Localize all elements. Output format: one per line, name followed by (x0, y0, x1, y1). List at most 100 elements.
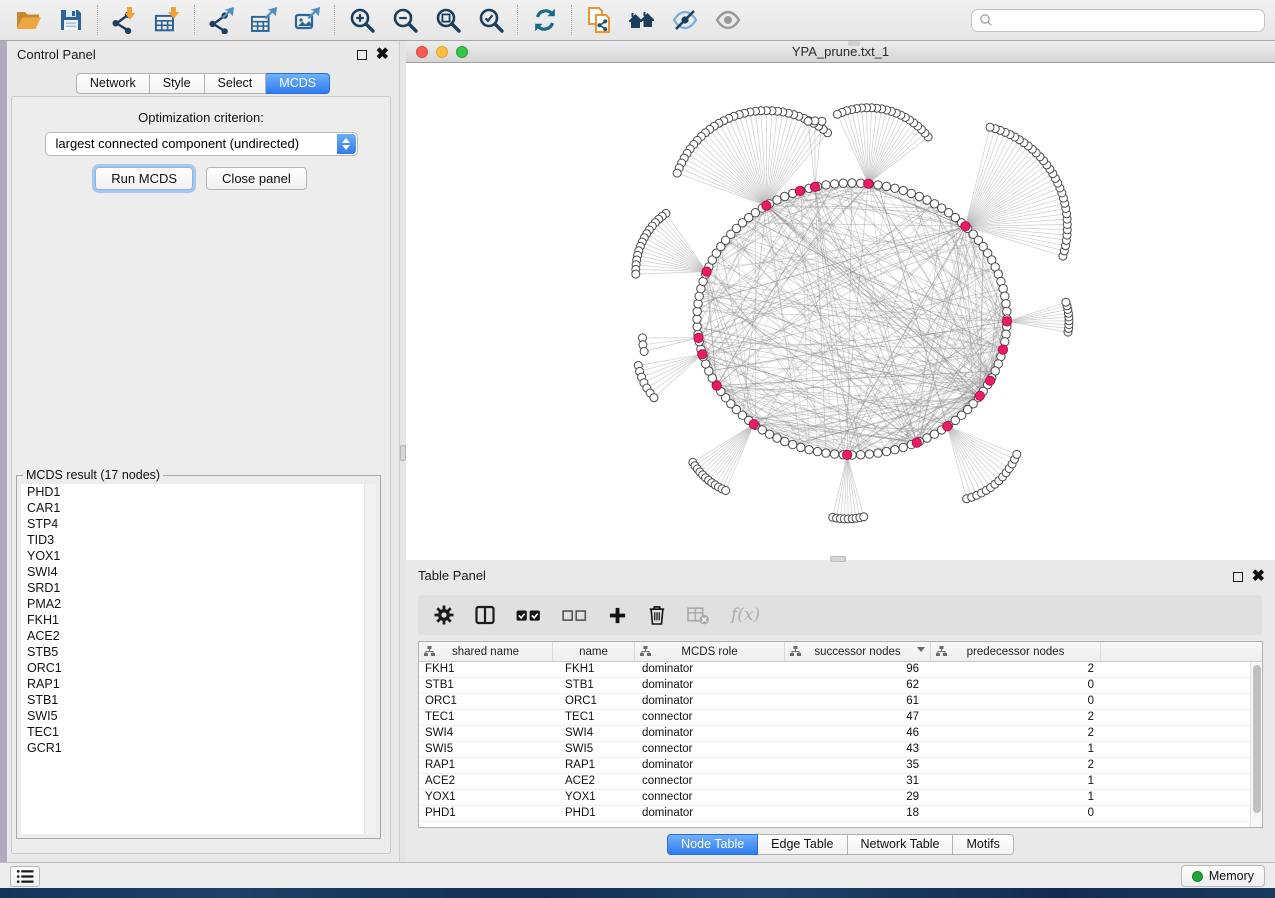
column-header-name[interactable]: name (553, 642, 635, 661)
column-header-shared-name[interactable]: shared name (419, 642, 553, 661)
table-scrollbar[interactable] (1250, 663, 1262, 827)
optimization-criterion-select[interactable]: largest connected component (undirected) (45, 132, 358, 156)
open-button[interactable] (6, 1, 49, 39)
float-panel-icon[interactable] (357, 50, 367, 60)
columns-icon (475, 605, 495, 625)
table-cell: connector (635, 710, 785, 725)
mcds-result-item[interactable]: SWI5 (21, 708, 376, 724)
export-table-button[interactable] (243, 1, 286, 39)
maximize-window-icon[interactable] (456, 46, 468, 58)
refresh-button[interactable] (523, 1, 566, 39)
table-row[interactable]: ORC1ORC1dominator610 (419, 694, 1262, 710)
network-window-titlebar[interactable]: YPA_prune.txt_1 (406, 41, 1275, 63)
hide-selected-button[interactable] (663, 1, 706, 39)
run-mcds-button[interactable]: Run MCDS (95, 167, 193, 190)
first-neighbors-button[interactable] (620, 1, 663, 39)
zoom-fit-button[interactable] (426, 1, 469, 39)
import-network-button[interactable] (103, 1, 146, 39)
close-window-icon[interactable] (416, 46, 428, 58)
duplicate-network-button[interactable] (577, 1, 620, 39)
table-row[interactable]: SWI4SWI4dominator462 (419, 726, 1262, 742)
save-button[interactable] (49, 1, 92, 39)
mcds-result-item[interactable]: RAP1 (21, 676, 376, 692)
task-history-button[interactable] (10, 866, 40, 887)
import-table-button[interactable] (146, 1, 189, 39)
columns-button[interactable] (475, 605, 495, 625)
mcds-result-item[interactable]: YOX1 (21, 548, 376, 564)
column-header-predecessor-nodes[interactable]: predecessor nodes (931, 642, 1101, 661)
close-panel-icon[interactable]: ✖ (376, 50, 389, 60)
mcds-result-item[interactable]: SWI4 (21, 564, 376, 580)
application-window: Control Panel ✖ NetworkStyleSelectMCDS O… (0, 0, 1275, 898)
tab-node-table[interactable]: Node Table (667, 834, 758, 855)
export-network-button[interactable] (200, 1, 243, 39)
close-panel-button[interactable]: Close panel (206, 167, 307, 190)
mcds-result-item[interactable]: TID3 (21, 532, 376, 548)
mcds-result-item[interactable]: ACE2 (21, 628, 376, 644)
add-button[interactable] (608, 606, 627, 625)
table-cell: dominator (635, 662, 785, 677)
import-network-icon (111, 6, 139, 34)
mcds-result-item[interactable]: ORC1 (21, 660, 376, 676)
table-row[interactable]: RAP1RAP1dominator352 (419, 758, 1262, 774)
mcds-result-list[interactable]: PHD1CAR1STP4TID3YOX1SWI4SRD1PMA2FKH1ACE2… (21, 484, 376, 834)
table-row[interactable]: STB1STB1dominator620 (419, 678, 1262, 694)
top-splitter-grip-icon[interactable] (848, 41, 860, 46)
scrollbar-thumb[interactable] (1253, 665, 1261, 813)
table-row[interactable]: FKH1FKH1dominator962 (419, 662, 1262, 678)
tab-mcds[interactable]: MCDS (266, 73, 330, 94)
mcds-result-item[interactable]: CAR1 (21, 500, 376, 516)
mcds-result-item[interactable]: STP4 (21, 516, 376, 532)
network-canvas[interactable] (406, 63, 1275, 560)
sort-arrow-icon[interactable] (917, 647, 925, 652)
settings-button[interactable] (434, 605, 454, 625)
table-row[interactable]: ACE2ACE2connector311 (419, 774, 1262, 790)
network-graph[interactable] (406, 63, 1275, 560)
table-row[interactable]: PHD1PHD1dominator180 (419, 806, 1262, 822)
tab-motifs[interactable]: Motifs (953, 834, 1013, 855)
tab-network[interactable]: Network (76, 73, 150, 94)
select-all-button[interactable] (516, 607, 541, 623)
table-row[interactable]: TEC1TEC1connector472 (419, 710, 1262, 726)
horizontal-splitter-grip-icon[interactable] (830, 556, 846, 562)
mcds-result-item[interactable]: PMA2 (21, 596, 376, 612)
minimize-window-icon[interactable] (436, 46, 448, 58)
tab-select[interactable]: Select (205, 73, 267, 94)
tab-network-table[interactable]: Network Table (848, 834, 954, 855)
memory-button[interactable]: Memory (1181, 865, 1265, 887)
table-row[interactable]: YOX1YOX1connector291 (419, 790, 1262, 806)
control-panel-tabs: NetworkStyleSelectMCDS (7, 73, 399, 94)
zoom-in-button[interactable] (340, 1, 383, 39)
mcds-result-item[interactable]: SRD1 (21, 580, 376, 596)
mcds-list-scrollbar[interactable] (364, 484, 376, 834)
zoom-selected-button[interactable] (469, 1, 512, 39)
table-cell: TEC1 (419, 710, 553, 725)
show-all-button[interactable] (706, 1, 749, 39)
mcds-result-item[interactable]: STB1 (21, 692, 376, 708)
zoom-out-button[interactable] (383, 1, 426, 39)
tab-edge-table[interactable]: Edge Table (758, 834, 847, 855)
search-input[interactable] (999, 14, 1257, 28)
table-cell: ACE2 (419, 774, 553, 789)
table-cell: dominator (635, 758, 785, 773)
mcds-result-item[interactable]: GCR1 (21, 740, 376, 756)
table-cell: 2 (931, 662, 1101, 677)
search-box[interactable] (971, 9, 1265, 32)
mcds-result-item[interactable]: FKH1 (21, 612, 376, 628)
table-cell: SWI5 (553, 742, 635, 757)
mcds-result-item[interactable]: PHD1 (21, 484, 376, 500)
control-panel-header: Control Panel ✖ (7, 41, 399, 69)
column-header-MCDS-role[interactable]: MCDS role (635, 642, 785, 661)
tab-style[interactable]: Style (150, 73, 205, 94)
optimization-criterion-label: Optimization criterion: (12, 110, 390, 125)
delete-button[interactable] (648, 605, 666, 625)
table-row[interactable]: SWI5SWI5connector431 (419, 742, 1262, 758)
column-header-successor-nodes[interactable]: successor nodes (785, 642, 931, 661)
mcds-result-item[interactable]: STB5 (21, 644, 376, 660)
deselect-all-button[interactable] (562, 607, 587, 623)
export-image-button[interactable] (286, 1, 329, 39)
mcds-result-item[interactable]: TEC1 (21, 724, 376, 740)
float-table-panel-icon[interactable] (1233, 572, 1243, 582)
table-panel-tabs: Node TableEdge TableNetwork TableMotifs (406, 834, 1275, 855)
close-table-panel-icon[interactable]: ✖ (1252, 572, 1265, 582)
